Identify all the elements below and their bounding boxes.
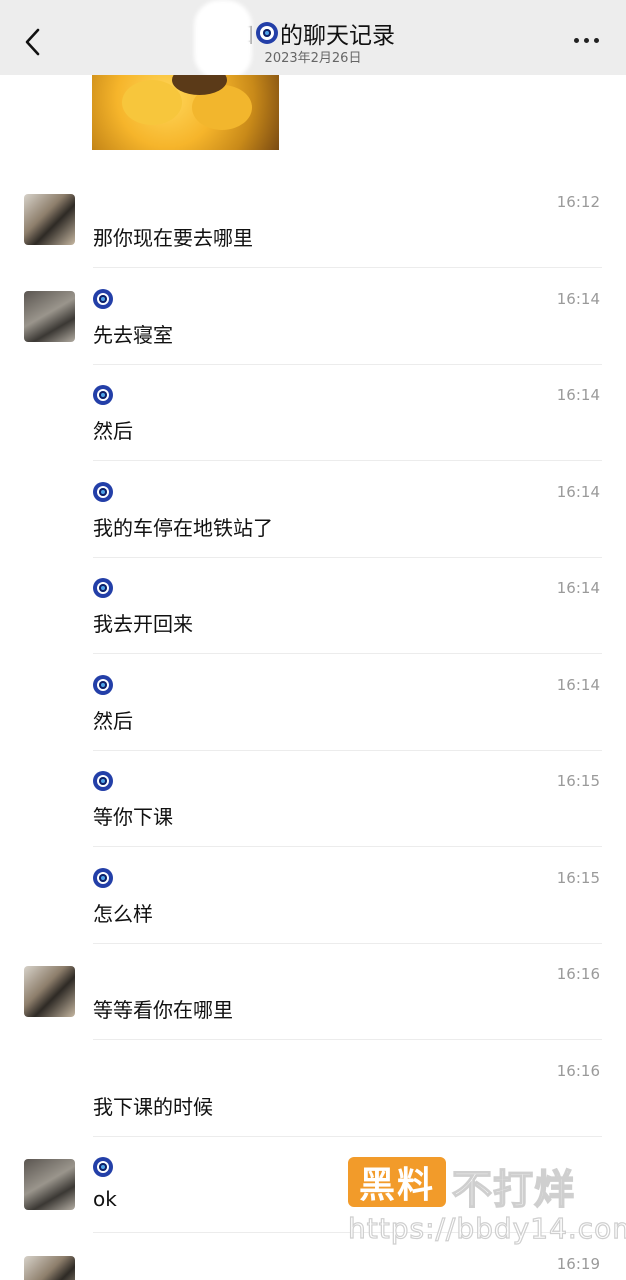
- message-time: 16:14: [556, 386, 600, 404]
- chat-message-row[interactable]: 16:16 我下课的时候: [0, 1041, 626, 1137]
- evil-eye-icon: [93, 771, 113, 791]
- evil-eye-icon: [93, 1157, 113, 1177]
- avatar[interactable]: [24, 194, 75, 245]
- chat-history-page: 和 的聊天记录 2023年2月26日 16:12 那你现在要去哪里 16:14 先去寝…: [0, 0, 626, 1280]
- evil-eye-icon: [93, 289, 113, 309]
- chat-message-row[interactable]: 16:12 那你现在要去哪里: [0, 172, 626, 268]
- message-text: ok: [93, 1187, 117, 1211]
- message-time: 16:16: [556, 965, 600, 983]
- top-navigation-bar: 和 的聊天记录 2023年2月26日: [0, 0, 626, 75]
- redacted-avatar: [194, 0, 252, 80]
- message-text: 我下课的时候: [93, 1095, 213, 1119]
- message-time: 16:16: [556, 1062, 600, 1080]
- avatar[interactable]: [24, 1256, 75, 1280]
- divider: [93, 653, 602, 654]
- chat-message-row[interactable]: 16:14 我去开回来: [0, 558, 626, 654]
- message-text: 先去寝室: [93, 323, 173, 347]
- chat-message-row[interactable]: 16:14 然后: [0, 365, 626, 461]
- message-time: 16:19: [556, 1255, 600, 1273]
- chat-message-row[interactable]: 16:14 我的车停在地铁站了: [0, 462, 626, 558]
- page-title: 和 的聊天记录: [0, 16, 626, 50]
- chat-message-row[interactable]: 16:14 先去寝室: [0, 269, 626, 365]
- chat-message-row[interactable]: 16:15 怎么样: [0, 848, 626, 944]
- divider: [93, 846, 602, 847]
- evil-eye-icon: [93, 385, 113, 405]
- message-text: 等你下课: [93, 805, 173, 829]
- chat-message-row[interactable]: 16:15 等你下课: [0, 751, 626, 847]
- title-suffix: 的聊天记录: [280, 23, 395, 49]
- watermark-text: 不打烊: [451, 1166, 575, 1214]
- message-text: 然后: [93, 419, 133, 443]
- message-text: 怎么样: [93, 902, 153, 926]
- avatar[interactable]: [24, 1159, 75, 1210]
- message-text: 那你现在要去哪里: [93, 226, 253, 250]
- evil-eye-icon: [93, 578, 113, 598]
- message-time: 16:15: [556, 772, 600, 790]
- chat-message-row[interactable]: 16:16 等等看你在哪里: [0, 944, 626, 1040]
- avatar[interactable]: [24, 966, 75, 1017]
- chat-date: 2023年2月26日: [264, 51, 362, 66]
- evil-eye-icon: [93, 482, 113, 502]
- sticker-image[interactable]: [92, 75, 279, 150]
- divider: [93, 267, 602, 268]
- evil-eye-icon: [256, 22, 278, 44]
- message-text: 等等看你在哪里: [93, 998, 233, 1022]
- message-time: 16:15: [556, 869, 600, 887]
- evil-eye-icon: [93, 868, 113, 888]
- avatar[interactable]: [24, 291, 75, 342]
- message-time: 16:14: [556, 483, 600, 501]
- message-text: 我去开回来: [93, 612, 193, 636]
- message-time: 16:12: [556, 193, 600, 211]
- message-text: 我的车停在地铁站了: [93, 516, 273, 540]
- message-time: 16:14: [556, 676, 600, 694]
- message-text: 然后: [93, 709, 133, 733]
- more-dots-icon[interactable]: [574, 30, 604, 50]
- chat-message-row[interactable]: 16:14 然后: [0, 655, 626, 751]
- message-time: 16:14: [556, 290, 600, 308]
- watermark-badge: 黑料: [348, 1157, 446, 1207]
- watermark-url: https://bbdy14.com: [347, 1211, 626, 1245]
- divider: [93, 460, 602, 461]
- evil-eye-icon: [93, 675, 113, 695]
- message-time: 16:14: [556, 579, 600, 597]
- divider: [93, 1039, 602, 1040]
